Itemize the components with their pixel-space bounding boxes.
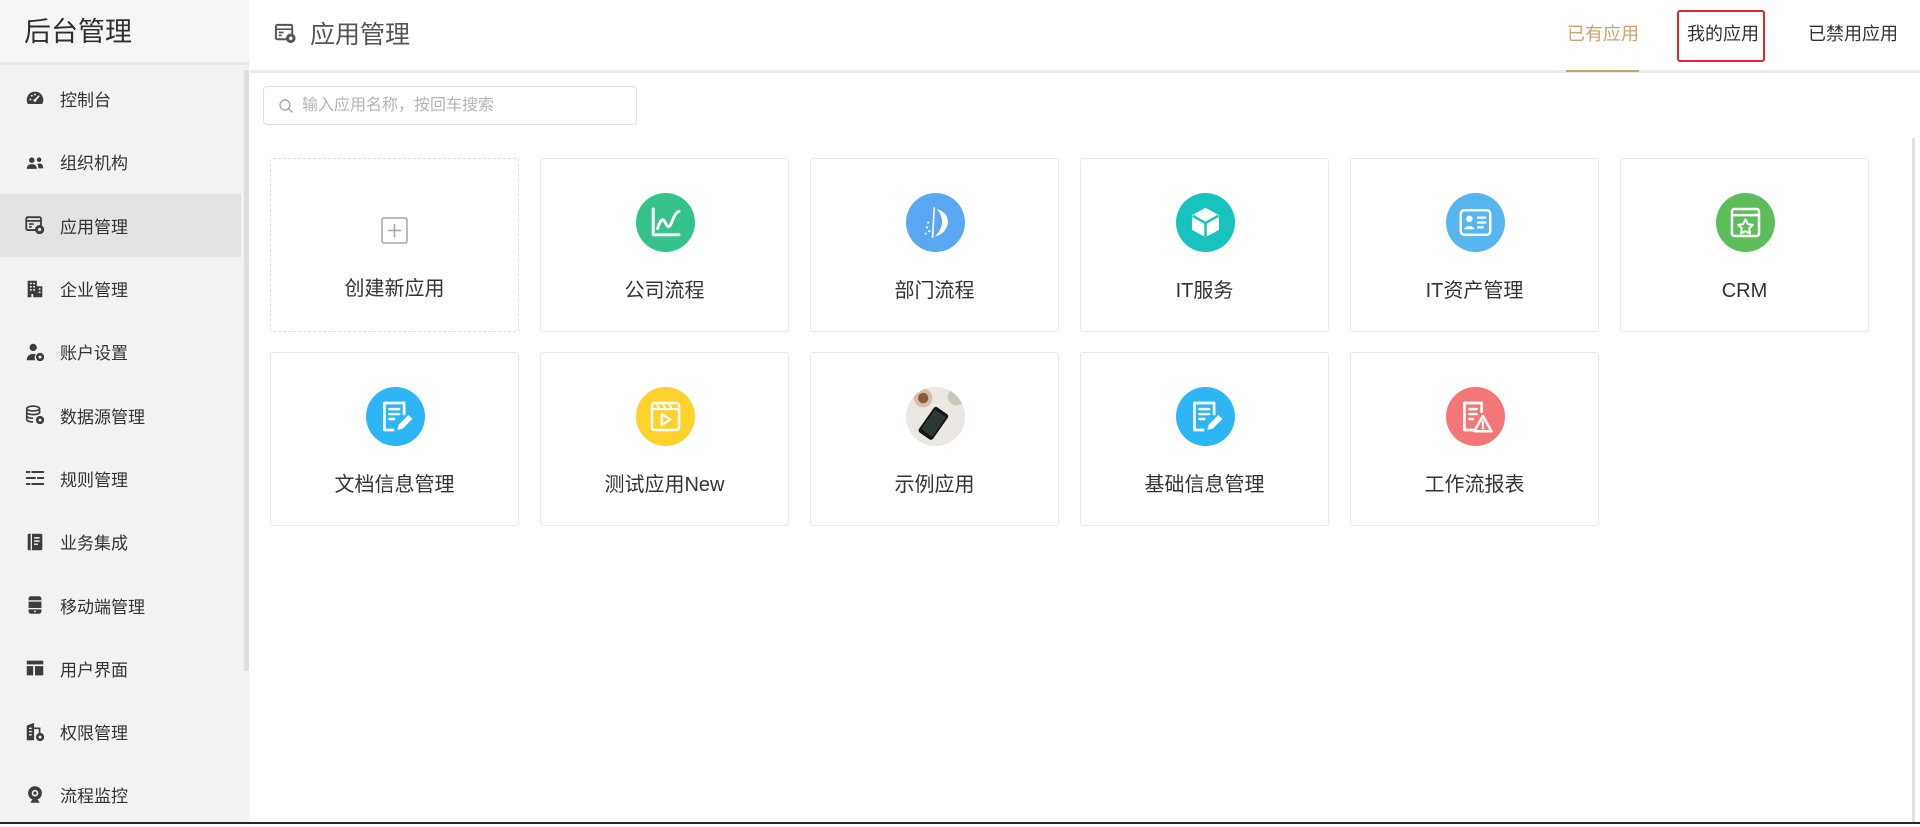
- search-icon: [278, 98, 294, 114]
- id-card-icon: [1446, 193, 1505, 252]
- sidebar-header: 后台管理: [0, 0, 249, 65]
- app-card-label: IT服务: [1175, 280, 1234, 302]
- app-card-label: CRM: [1721, 280, 1768, 302]
- sidebar-item-datasource[interactable]: 数据源管理: [0, 383, 241, 446]
- sidebar-item-label: 移动端管理: [60, 597, 145, 617]
- app-search-box[interactable]: [263, 86, 637, 125]
- book-icon: [24, 531, 46, 553]
- sidebar-item-label: 规则管理: [60, 470, 128, 490]
- sidebar-item-organization[interactable]: 组织机构: [0, 130, 241, 193]
- app-card-label: 文档信息管理: [334, 474, 455, 496]
- sidebar-item-app-management[interactable]: 应用管理: [0, 193, 241, 257]
- webcam-icon: [24, 784, 46, 806]
- app-card-label: 示例应用: [894, 474, 975, 496]
- layout-icon: [24, 657, 46, 679]
- sidebar-item-permissions[interactable]: 权限管理: [0, 700, 241, 763]
- sidebar-item-rules[interactable]: 规则管理: [0, 447, 241, 510]
- dashboard-icon: [24, 88, 46, 110]
- create-app-card[interactable]: 创建新应用: [270, 158, 519, 332]
- app-card-label: 公司流程: [624, 280, 705, 302]
- people-icon: [24, 151, 46, 173]
- active-tab-indicator: [1566, 70, 1639, 72]
- sidebar-item-integration[interactable]: 业务集成: [0, 510, 241, 573]
- sidebar-item-label: 应用管理: [60, 217, 128, 237]
- sidebar-menu: 控制台 组织机构 应用管理 企业管理 账户设置 数据源管理 规则管理 业务集成 …: [0, 67, 241, 827]
- app-card-label: IT资产管理: [1425, 280, 1524, 302]
- sidebar-item-label: 业务集成: [60, 534, 128, 554]
- mobile-icon: [24, 594, 46, 616]
- building-icon: [24, 278, 46, 300]
- app-card[interactable]: 示例应用: [810, 352, 1059, 526]
- app-settings-icon: [274, 22, 297, 45]
- app-card[interactable]: 工作流报表: [1350, 352, 1599, 526]
- sidebar-item-mobile[interactable]: 移动端管理: [0, 573, 241, 636]
- page-title: 应用管理: [310, 21, 411, 49]
- sidebar-item-user-interface[interactable]: 用户界面: [0, 637, 241, 700]
- app-card-label: 测试应用New: [604, 474, 725, 496]
- star-box-icon: [1716, 193, 1775, 252]
- sidebar-item-label: 流程监控: [60, 787, 128, 807]
- rules-list-icon: [24, 467, 46, 489]
- tab-my-apps[interactable]: 我的应用: [1687, 0, 1759, 69]
- database-settings-icon: [24, 404, 46, 426]
- sidebar-item-enterprise[interactable]: 企业管理: [0, 257, 241, 320]
- search-input[interactable]: [302, 87, 622, 124]
- department-logo-icon: [906, 193, 965, 252]
- plus-square-icon: [381, 217, 408, 244]
- create-app-label: 创建新应用: [344, 278, 445, 300]
- sidebar-item-label: 数据源管理: [60, 407, 145, 427]
- sidebar-item-label: 权限管理: [60, 724, 128, 744]
- permission-icon: [24, 721, 46, 743]
- sidebar-scrollbar[interactable]: [244, 70, 249, 671]
- app-card[interactable]: IT资产管理: [1350, 158, 1599, 332]
- app-card[interactable]: CRM: [1620, 158, 1869, 332]
- sidebar: 后台管理 控制台 组织机构 应用管理 企业管理 账户设置 数据源管理 规则管理 …: [0, 0, 249, 824]
- app-card[interactable]: 公司流程: [540, 158, 789, 332]
- sidebar-item-process-monitor[interactable]: 流程监控: [0, 763, 241, 826]
- app-card-label: 部门流程: [894, 280, 975, 302]
- main-scrollbar[interactable]: [1912, 138, 1915, 824]
- app-card[interactable]: 测试应用New: [540, 352, 789, 526]
- report-warning-icon: [1446, 387, 1505, 446]
- cube-icon: [1176, 193, 1235, 252]
- video-icon: [636, 387, 695, 446]
- photo-thumbnail: [906, 387, 965, 446]
- app-card[interactable]: 基础信息管理: [1080, 352, 1329, 526]
- sidebar-title: 后台管理: [24, 17, 132, 47]
- sidebar-item-label: 账户设置: [60, 344, 128, 364]
- app-card-label: 工作流报表: [1424, 474, 1525, 496]
- app-card[interactable]: IT服务: [1080, 158, 1329, 332]
- app-card[interactable]: 部门流程: [810, 158, 1059, 332]
- edit-document-icon: [366, 387, 425, 446]
- app-settings-icon: [24, 214, 46, 236]
- sidebar-item-label: 企业管理: [60, 281, 128, 301]
- app-card[interactable]: 文档信息管理: [270, 352, 519, 526]
- page-header: [250, 0, 1920, 73]
- sidebar-item-dashboard[interactable]: 控制台: [0, 67, 241, 130]
- app-card-label: 基础信息管理: [1144, 474, 1265, 496]
- sidebar-item-label: 控制台: [60, 91, 111, 111]
- tab-disabled-apps[interactable]: 已禁用应用: [1808, 0, 1898, 69]
- sidebar-item-label: 组织机构: [60, 154, 128, 174]
- line-chart-icon: [636, 193, 695, 252]
- sidebar-item-label: 用户界面: [60, 660, 128, 680]
- sidebar-item-account-settings[interactable]: 账户设置: [0, 320, 241, 383]
- tab-existing-apps[interactable]: 已有应用: [1567, 0, 1639, 69]
- user-settings-icon: [24, 341, 46, 363]
- edit-document-icon: [1176, 387, 1235, 446]
